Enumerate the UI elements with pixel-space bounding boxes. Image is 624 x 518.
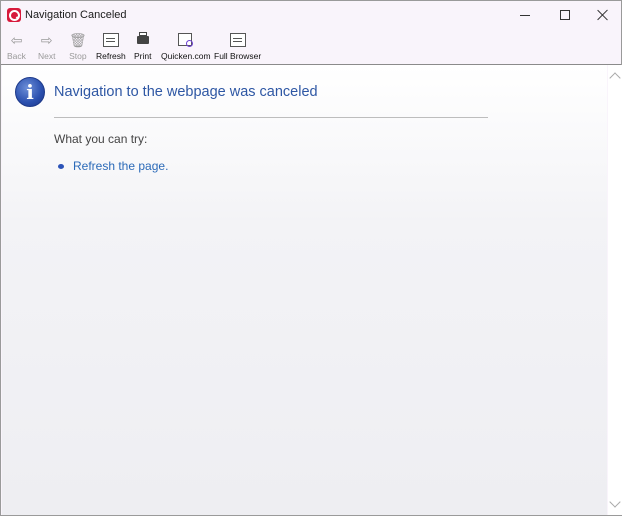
full-browser-icon	[229, 33, 246, 47]
back-button[interactable]: ⇦ Back	[7, 31, 26, 63]
refresh-button[interactable]: Refresh	[96, 31, 126, 63]
close-icon	[597, 9, 609, 21]
minimize-icon	[520, 14, 530, 16]
browser-window: Navigation Canceled ⇦ Back ⇨ Next 🗑 Stop…	[0, 0, 622, 516]
list-item: Refresh the page.	[58, 159, 168, 173]
bullet-icon	[58, 163, 64, 169]
try-label: What you can try:	[54, 132, 148, 146]
vertical-scrollbar[interactable]	[608, 65, 622, 515]
info-icon: i	[15, 77, 45, 107]
quicken-logo-icon	[7, 8, 21, 22]
full-browser-label: Full Browser	[214, 51, 262, 61]
quicken-search-icon	[178, 33, 194, 47]
chevron-down-icon	[609, 496, 621, 508]
print-button[interactable]: Print	[134, 31, 151, 63]
next-arrow-icon: ⇨	[40, 32, 53, 48]
toolbar: ⇦ Back ⇨ Next 🗑 Stop Refresh Print Quick…	[1, 29, 621, 65]
page-title: Navigation to the webpage was canceled	[54, 84, 318, 100]
refresh-label: Refresh	[96, 51, 126, 61]
title-bar: Navigation Canceled	[1, 1, 621, 29]
stop-button[interactable]: 🗑 Stop	[69, 31, 87, 63]
back-arrow-icon: ⇦	[10, 32, 23, 48]
scroll-up-button[interactable]	[609, 71, 621, 84]
refresh-page-link[interactable]: Refresh the page.	[73, 159, 168, 173]
next-button[interactable]: ⇨ Next	[38, 31, 55, 63]
back-label: Back	[7, 51, 26, 61]
stop-label: Stop	[69, 51, 87, 61]
divider	[54, 117, 488, 118]
chevron-up-icon	[609, 72, 621, 84]
quicken-com-button[interactable]: Quicken.com	[161, 31, 211, 63]
print-label: Print	[134, 51, 152, 61]
quicken-com-label: Quicken.com	[161, 51, 211, 61]
printer-icon	[136, 32, 149, 44]
minimize-button[interactable]	[506, 1, 544, 29]
window-title: Navigation Canceled	[25, 9, 127, 21]
page-content: i Navigation to the webpage was canceled…	[2, 65, 607, 515]
close-button[interactable]	[584, 1, 622, 29]
maximize-icon	[560, 10, 570, 20]
maximize-button[interactable]	[546, 1, 584, 29]
scroll-down-button[interactable]	[609, 496, 621, 509]
next-label: Next	[38, 51, 56, 61]
refresh-page-icon	[102, 33, 119, 47]
trash-icon: 🗑	[69, 32, 87, 48]
full-browser-button[interactable]: Full Browser	[214, 31, 261, 63]
